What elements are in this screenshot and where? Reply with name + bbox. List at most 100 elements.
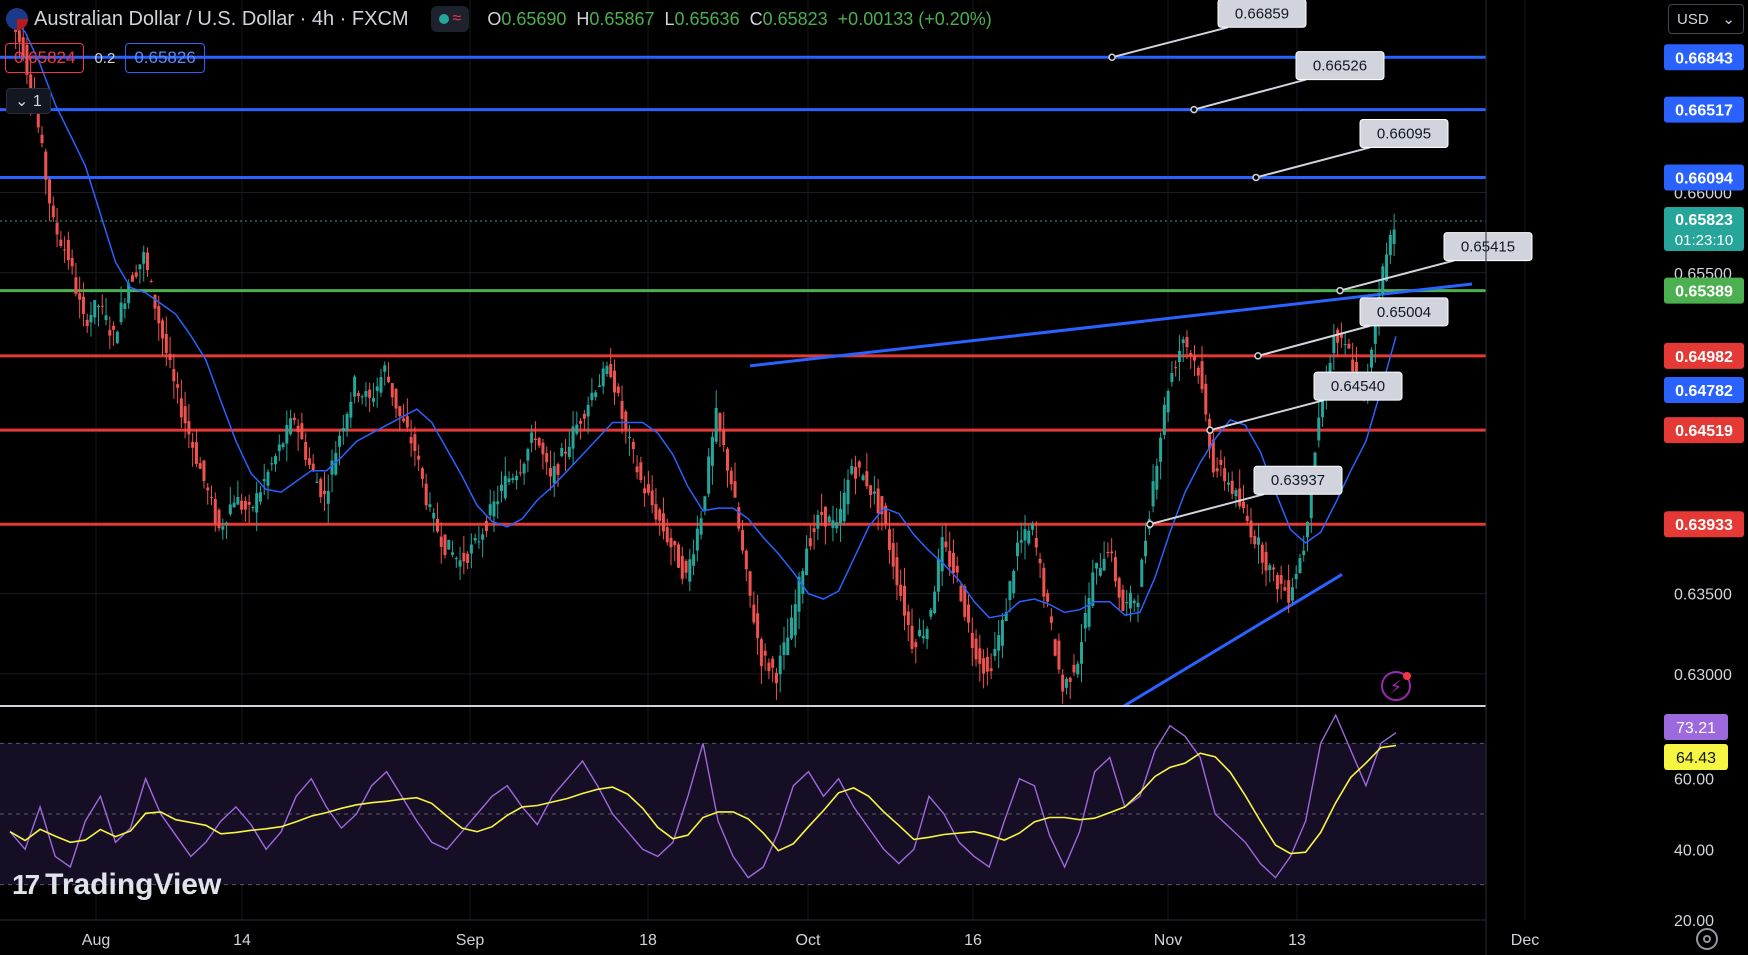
candle-body <box>661 513 665 532</box>
candle-body <box>944 541 948 548</box>
candle-body <box>846 479 850 505</box>
candle-body <box>545 453 549 463</box>
candle-body <box>533 438 537 441</box>
candle-body <box>225 522 229 525</box>
symbol-title[interactable]: Australian Dollar / U.S. Dollar · 4h · F… <box>34 8 409 31</box>
candle-body <box>179 398 183 418</box>
candle-body <box>119 302 123 323</box>
candle-body <box>1223 468 1227 482</box>
rsi-ma-label: 64.43 <box>1676 750 1716 767</box>
candle-body <box>522 463 526 474</box>
candle-body <box>341 428 345 432</box>
candle-body <box>1305 521 1309 538</box>
candle-body <box>168 353 172 361</box>
candle-body <box>925 628 929 640</box>
rsi-tick-label: 40.00 <box>1674 842 1714 859</box>
candle-body <box>1343 344 1347 346</box>
candle-body <box>718 413 722 430</box>
buy-button[interactable]: 0.65826 <box>125 43 205 73</box>
candle-body <box>51 205 55 218</box>
candle-body <box>744 550 748 570</box>
candle-body <box>319 479 323 498</box>
candle-body <box>537 438 541 446</box>
tradingview-logo: 17 TradingView <box>12 868 221 902</box>
candle-body <box>850 465 854 474</box>
candle-body <box>115 331 119 344</box>
candle-body <box>1177 350 1181 362</box>
candle-body <box>865 471 869 487</box>
chart-canvas[interactable]: 0.66859 0.66526 0.66095 0.65415 0.65004 0.645… <box>0 0 1748 955</box>
candle-body <box>161 320 165 339</box>
candle-body <box>266 471 270 486</box>
indicator-collapse-button[interactable]: ⌄ 1 <box>6 88 51 114</box>
candle-body <box>1347 343 1351 349</box>
candle-body <box>1087 598 1091 627</box>
candle-body <box>940 537 944 572</box>
candle-body <box>586 404 590 417</box>
candle-body <box>1336 329 1340 343</box>
gear-icon[interactable] <box>1696 928 1718 950</box>
candle-body <box>1260 544 1264 563</box>
candle-body <box>564 451 568 454</box>
candle-body <box>699 518 703 535</box>
candle-body <box>816 514 820 529</box>
candle-body <box>435 518 439 532</box>
candle-body <box>778 655 782 675</box>
currency-selector[interactable]: USD ⌄ <box>1668 4 1744 34</box>
candle-body <box>258 492 262 502</box>
candle-body <box>936 558 940 592</box>
candle-body <box>315 481 319 483</box>
candle-body <box>477 541 481 543</box>
candle-body <box>447 539 451 550</box>
candle-body <box>322 490 326 495</box>
candle-body <box>481 534 485 540</box>
candles <box>10 14 1396 704</box>
candle-body <box>405 416 409 428</box>
price-level-label: 0.66843 <box>1675 50 1733 67</box>
price-level-label: 0.66517 <box>1675 103 1733 120</box>
tradingview-mark-icon: 17 <box>12 869 40 900</box>
candle-body <box>526 449 530 461</box>
candle-body <box>134 272 138 277</box>
candle-body <box>462 552 466 562</box>
candle-body <box>255 493 259 513</box>
candle-body <box>609 363 613 378</box>
candle-body <box>1046 593 1050 602</box>
candle-body <box>703 496 707 512</box>
candle-body <box>1132 600 1136 604</box>
candle-body <box>1200 361 1204 390</box>
price-levels <box>0 55 1486 526</box>
candle-body <box>869 485 873 496</box>
candle-body <box>1193 355 1197 361</box>
market-open-icon <box>438 14 449 24</box>
candle-body <box>914 642 918 648</box>
candle-body <box>616 386 620 394</box>
candle-body <box>149 280 153 282</box>
candle-body <box>1351 359 1355 372</box>
candle-body <box>620 400 624 419</box>
sell-button[interactable]: 0.65824 <box>5 43 85 73</box>
open-value: 0.65690 <box>501 8 567 29</box>
candle-body <box>1015 542 1019 557</box>
countdown-label: 01:23:10 <box>1675 232 1733 249</box>
candle-body <box>1317 417 1321 441</box>
candle-body <box>1128 592 1132 609</box>
candle-body <box>1272 567 1276 570</box>
price-level-label: 0.63933 <box>1675 517 1733 534</box>
candle-body <box>274 456 278 465</box>
candle-body <box>967 604 971 623</box>
candle-body <box>707 456 711 494</box>
candle-body <box>496 501 500 505</box>
candle-body <box>209 497 213 499</box>
candle-body <box>157 306 161 324</box>
candle-body <box>398 406 402 417</box>
candle-body <box>1012 570 1016 594</box>
candle-body <box>793 604 797 636</box>
candle-body <box>756 613 760 638</box>
lightning-glyph: ⚡ <box>1390 677 1403 698</box>
candle-body <box>326 490 330 504</box>
market-status-pill[interactable]: ≈ <box>430 6 470 32</box>
candle-body <box>970 632 974 648</box>
candle-body <box>198 463 202 469</box>
candle-body <box>454 558 458 560</box>
